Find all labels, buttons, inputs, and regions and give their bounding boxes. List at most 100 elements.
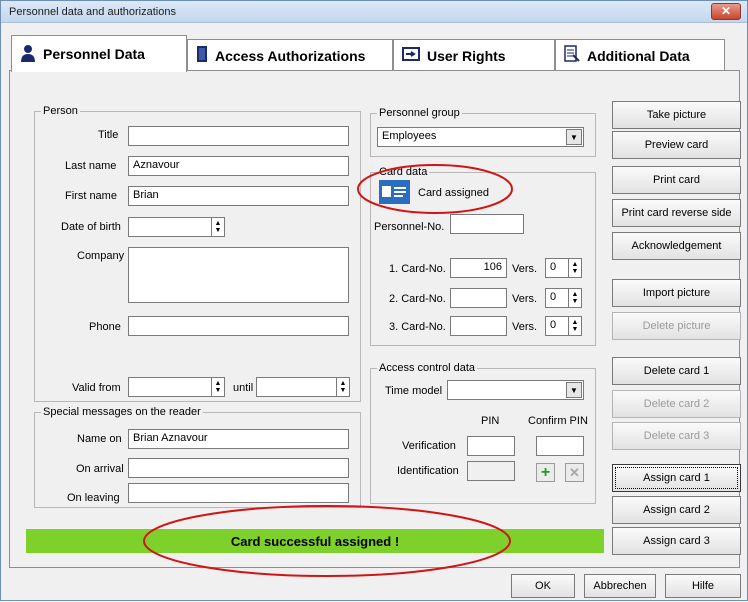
group-label: Personnel group xyxy=(377,107,462,119)
ok-button[interactable]: OK xyxy=(511,574,575,598)
key-card-icon xyxy=(402,47,420,64)
title-field[interactable] xyxy=(128,126,349,146)
button-label: Import picture xyxy=(642,287,711,299)
button-label: Print card xyxy=(652,174,701,186)
tab-user-rights[interactable]: User Rights xyxy=(393,39,555,71)
button-label: Hilfe xyxy=(691,580,714,592)
card-no-3-label: 3. Card-No. xyxy=(389,321,446,333)
last-name-label: Last name xyxy=(65,160,117,172)
button-label: Acknowledgement xyxy=(631,240,722,252)
identification-label: Identification xyxy=(397,465,459,477)
dialog-window: Personnel data and authorizations ✕ Pers… xyxy=(0,0,748,601)
help-button[interactable]: Hilfe xyxy=(665,574,741,598)
button-label: OK xyxy=(535,580,551,592)
delete-card-1-button[interactable]: Delete card 1 xyxy=(612,357,741,385)
tab-label: Additional Data xyxy=(587,47,690,64)
vers-label: Vers. xyxy=(512,321,538,333)
acknowledgement-button[interactable]: Acknowledgement xyxy=(612,232,741,260)
dob-spinner[interactable]: ▲ ▼ xyxy=(211,218,224,236)
valid-from-label: Valid from xyxy=(72,382,121,394)
add-icon[interactable]: + xyxy=(536,463,555,482)
tab-label: Access Authorizations xyxy=(215,47,366,64)
tab-personnel-data[interactable]: Personnel Data xyxy=(11,35,187,72)
version-3-spinner[interactable]: ▲ ▼ xyxy=(568,317,581,335)
status-message-bar: Card successful assigned ! xyxy=(26,529,604,553)
company-field[interactable] xyxy=(128,247,349,303)
button-label: Print card reverse side xyxy=(621,207,732,219)
time-model-dropdown[interactable]: ▼ xyxy=(447,380,584,400)
first-name-label: First name xyxy=(65,190,117,202)
version-1-field[interactable]: 0 ▲ ▼ xyxy=(545,258,582,278)
until-spinner[interactable]: ▲ ▼ xyxy=(336,378,349,396)
assign-card-1-button[interactable]: Assign card 1 xyxy=(612,464,741,492)
until-field[interactable]: ▲ ▼ xyxy=(256,377,350,397)
button-label: Delete picture xyxy=(642,320,711,332)
title-label: Title xyxy=(98,129,119,141)
delete-picture-button: Delete picture xyxy=(612,312,741,340)
group-label: Person xyxy=(41,105,80,117)
phone-label: Phone xyxy=(89,321,121,333)
company-label: Company xyxy=(77,250,125,262)
phone-field[interactable] xyxy=(128,316,349,336)
version-1-spinner[interactable]: ▲ ▼ xyxy=(568,259,581,277)
tab-access-authorizations[interactable]: Access Authorizations xyxy=(187,39,393,71)
version-2-spinner[interactable]: ▲ ▼ xyxy=(568,289,581,307)
button-label: Preview card xyxy=(644,139,709,151)
document-icon xyxy=(564,45,580,66)
version-2-value: 0 xyxy=(550,291,557,303)
time-model-label: Time model xyxy=(385,385,443,397)
import-picture-button[interactable]: Import picture xyxy=(612,279,741,307)
tab-additional-data[interactable]: Additional Data xyxy=(555,39,725,71)
personnel-group-dropdown[interactable]: Employees ▼ xyxy=(377,127,584,147)
card-no-2-field[interactable] xyxy=(450,288,507,308)
personnel-no-label: Personnel-No. xyxy=(374,221,445,233)
on-leaving-field[interactable] xyxy=(128,483,349,503)
confirm-pin-field[interactable] xyxy=(536,436,584,456)
version-2-field[interactable]: 0 ▲ ▼ xyxy=(545,288,582,308)
card-no-2-label: 2. Card-No. xyxy=(389,293,446,305)
assign-card-2-button[interactable]: Assign card 2 xyxy=(612,496,741,524)
version-1-value: 0 xyxy=(550,261,557,273)
name-on-label: Name on xyxy=(77,433,122,445)
verification-label: Verification xyxy=(402,440,456,452)
confirm-pin-label: Confirm PIN xyxy=(528,415,588,427)
valid-from-spinner[interactable]: ▲ ▼ xyxy=(211,378,224,396)
tab-label: User Rights xyxy=(427,47,506,64)
window-title: Personnel data and authorizations xyxy=(9,6,176,18)
pin-label: PIN xyxy=(481,415,500,427)
button-label: Assign card 1 xyxy=(643,472,710,484)
button-label: Assign card 2 xyxy=(643,504,710,516)
dob-field[interactable]: ▲ ▼ xyxy=(128,217,225,237)
first-name-field[interactable]: Brian xyxy=(128,186,349,206)
on-arrival-field[interactable] xyxy=(128,458,349,478)
until-label: until xyxy=(233,382,254,394)
chevron-down-icon[interactable]: ▼ xyxy=(566,129,582,145)
pin-verification-field[interactable] xyxy=(467,436,515,456)
vers-label: Vers. xyxy=(512,263,538,275)
button-label: Delete card 2 xyxy=(643,398,710,410)
preview-card-button[interactable]: Preview card xyxy=(612,131,741,159)
card-no-1-label: 1. Card-No. xyxy=(389,263,446,275)
close-button[interactable]: ✕ xyxy=(711,3,741,20)
print-card-button[interactable]: Print card xyxy=(612,166,741,194)
card-no-3-field[interactable] xyxy=(450,316,507,336)
door-icon xyxy=(196,45,208,66)
take-picture-button[interactable]: Take picture xyxy=(612,101,741,129)
version-3-field[interactable]: 0 ▲ ▼ xyxy=(545,316,582,336)
button-label: Delete card 3 xyxy=(643,430,710,442)
vers-label: Vers. xyxy=(512,293,538,305)
id-card-icon xyxy=(379,180,410,204)
chevron-down-icon[interactable]: ▼ xyxy=(566,382,582,398)
valid-from-field[interactable]: ▲ ▼ xyxy=(128,377,225,397)
person-icon xyxy=(20,44,36,65)
group-label: Special messages on the reader xyxy=(41,406,203,418)
name-on-field[interactable]: Brian Aznavour xyxy=(128,429,349,449)
cancel-button[interactable]: Abbrechen xyxy=(584,574,656,598)
assign-card-3-button[interactable]: Assign card 3 xyxy=(612,527,741,555)
button-label: Assign card 3 xyxy=(643,535,710,547)
personnel-no-field[interactable] xyxy=(450,214,524,234)
last-name-field[interactable]: Aznavour xyxy=(128,156,349,176)
card-no-1-field[interactable]: 106 xyxy=(450,258,507,278)
print-card-reverse-button[interactable]: Print card reverse side xyxy=(612,199,741,227)
pin-identification-field xyxy=(467,461,515,481)
